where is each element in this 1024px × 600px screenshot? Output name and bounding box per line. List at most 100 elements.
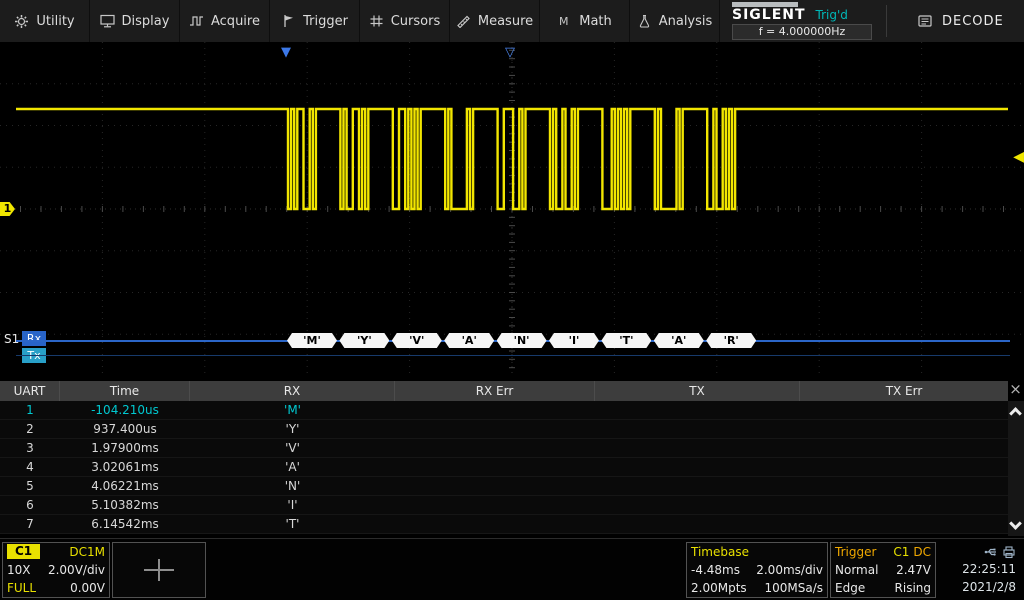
trigger-position-marker[interactable]: ▼ xyxy=(281,46,291,59)
table-cell xyxy=(595,401,800,419)
table-cell xyxy=(395,420,595,438)
table-cell xyxy=(800,477,1008,495)
printer-icon[interactable] xyxy=(1002,544,1016,560)
waveform-area[interactable]: ▼ ▽ ◀ 1 S1 Rx Tx 'M''Y''V''A''N''I''T''A… xyxy=(0,42,1024,376)
decode-icon xyxy=(917,14,933,28)
table-cell: 6 xyxy=(0,496,60,514)
scroll-up-icon[interactable] xyxy=(1009,407,1022,420)
decode-table: UARTTimeRXRX ErrTXTX Err 1-104.210us'M'2… xyxy=(0,376,1024,538)
table-cell: 2 xyxy=(0,420,60,438)
channel1-box[interactable]: C1 DC1M 10X 2.00V/div FULL 0.00V xyxy=(2,542,110,598)
analysis-icon xyxy=(637,14,652,28)
decode-button[interactable]: DECODE xyxy=(901,0,1020,42)
menu-bar: Utility DisplayAcquire Trigger Cursors Measu… xyxy=(0,0,1024,42)
timebase-title: Timebase xyxy=(691,545,749,559)
decoded-byte-bubble: 'A' xyxy=(654,333,704,348)
decode-button-label: DECODE xyxy=(942,14,1004,29)
table-cell: -104.210us xyxy=(60,401,190,419)
table-cell xyxy=(800,496,1008,514)
menu-item-label: Trigger xyxy=(303,14,348,29)
trigger-level-marker[interactable]: ◀ xyxy=(1013,150,1024,164)
table-cell: 5.10382ms xyxy=(60,496,190,514)
menu-item-trigger[interactable]: Trigger xyxy=(270,0,360,42)
flag-icon xyxy=(281,14,296,28)
display-icon xyxy=(100,14,115,28)
table-cell: 3 xyxy=(0,439,60,457)
column-header-tx: TX xyxy=(595,381,800,401)
timebase-scale: 2.00ms/div xyxy=(756,563,823,577)
menu-item-acquire[interactable]: Acquire xyxy=(180,0,270,42)
usb-icon[interactable] xyxy=(984,544,998,560)
menu-item-measure[interactable]: Measure xyxy=(450,0,540,42)
channel1-trace xyxy=(0,42,1024,376)
aux-channel-box[interactable] xyxy=(112,542,206,598)
gear-icon xyxy=(14,14,29,29)
trigger-delay-marker[interactable]: ▽ xyxy=(505,46,515,59)
menu-item-cursors[interactable]: Cursors xyxy=(360,0,450,42)
menu-item-analysis[interactable]: Analysis xyxy=(630,0,720,42)
table-row[interactable]: 2937.400us'Y' xyxy=(0,420,1008,439)
brand-block: SIGLENT Trig'd f = 4.000000Hz xyxy=(732,0,872,42)
table-header-row: UARTTimeRXRX ErrTXTX Err xyxy=(0,381,1008,401)
channel1-bandwidth: FULL xyxy=(7,581,36,595)
table-cell xyxy=(595,420,800,438)
table-cell xyxy=(395,458,595,476)
close-icon[interactable]: × xyxy=(1008,381,1023,397)
table-cell xyxy=(395,496,595,514)
table-cell xyxy=(800,439,1008,457)
decoded-byte-bubble: 'A' xyxy=(444,333,494,348)
frequency-counter: f = 4.000000Hz xyxy=(732,24,872,40)
menu-item-utility[interactable]: Utility xyxy=(0,0,90,42)
table-cell xyxy=(395,477,595,495)
table-cell: 1.97900ms xyxy=(60,439,190,457)
table-row[interactable]: 76.14542ms'T' xyxy=(0,515,1008,534)
table-cell: 'I' xyxy=(190,496,395,514)
table-cell: 'Y' xyxy=(190,420,395,438)
table-cell xyxy=(395,515,595,533)
trigger-box[interactable]: Trigger C1 DC Normal 2.47V Edge Rising xyxy=(830,542,936,598)
trigger-status-text: Trig'd xyxy=(816,8,848,22)
menu-items: Utility DisplayAcquire Trigger Cursors Measu… xyxy=(0,0,720,42)
menu-item-math[interactable]: MMath xyxy=(540,0,630,42)
table-scrollbar[interactable] xyxy=(1008,401,1024,536)
trigger-coupling: DC xyxy=(913,545,931,559)
decoded-byte-bubble: 'R' xyxy=(706,333,756,348)
decoded-byte-bubble: 'Y' xyxy=(339,333,389,348)
menu-item-label: Analysis xyxy=(659,14,713,29)
table-cell: 'A' xyxy=(190,458,395,476)
menu-item-label: Cursors xyxy=(391,14,441,29)
system-date: 2021/2/8 xyxy=(962,578,1016,596)
svg-text:M: M xyxy=(559,15,569,28)
table-cell xyxy=(800,401,1008,419)
channel1-name: C1 xyxy=(7,544,40,559)
table-row[interactable]: 65.10382ms'I' xyxy=(0,496,1008,515)
table-row[interactable]: 1-104.210us'M' xyxy=(0,401,1008,420)
table-cell: 3.02061ms xyxy=(60,458,190,476)
decoded-byte-bubble: 'V' xyxy=(392,333,442,348)
table-cell xyxy=(595,477,800,495)
table-cell: 1 xyxy=(0,401,60,419)
timebase-box[interactable]: Timebase -4.48ms 2.00ms/div 2.00Mpts 100… xyxy=(686,542,828,598)
column-header-tx-err: TX Err xyxy=(800,381,1008,401)
decoded-byte-bubble: 'I' xyxy=(549,333,599,348)
oscilloscope-screen: Utility DisplayAcquire Trigger Cursors Measu… xyxy=(0,0,1024,600)
table-cell: 4 xyxy=(0,458,60,476)
trigger-type: Edge xyxy=(835,581,865,595)
menu-item-label: Utility xyxy=(36,14,74,29)
channel1-probe: 10X xyxy=(7,563,31,577)
table-cell xyxy=(595,458,800,476)
table-row[interactable]: 31.97900ms'V' xyxy=(0,439,1008,458)
table-row[interactable]: 54.06221ms'N' xyxy=(0,477,1008,496)
crosshair-icon xyxy=(158,559,160,581)
table-cell xyxy=(395,401,595,419)
table-cell: 7 xyxy=(0,515,60,533)
channel1-offset: 0.00V xyxy=(70,581,105,595)
menu-item-display[interactable]: Display xyxy=(90,0,180,42)
table-cell: 'T' xyxy=(190,515,395,533)
table-row[interactable]: 43.02061ms'A' xyxy=(0,458,1008,477)
tx-decode-line xyxy=(16,355,1010,356)
trigger-slope: Rising xyxy=(895,581,931,595)
rx-label[interactable]: Rx xyxy=(22,331,46,346)
scroll-down-icon[interactable] xyxy=(1009,517,1022,530)
table-cell xyxy=(800,515,1008,533)
